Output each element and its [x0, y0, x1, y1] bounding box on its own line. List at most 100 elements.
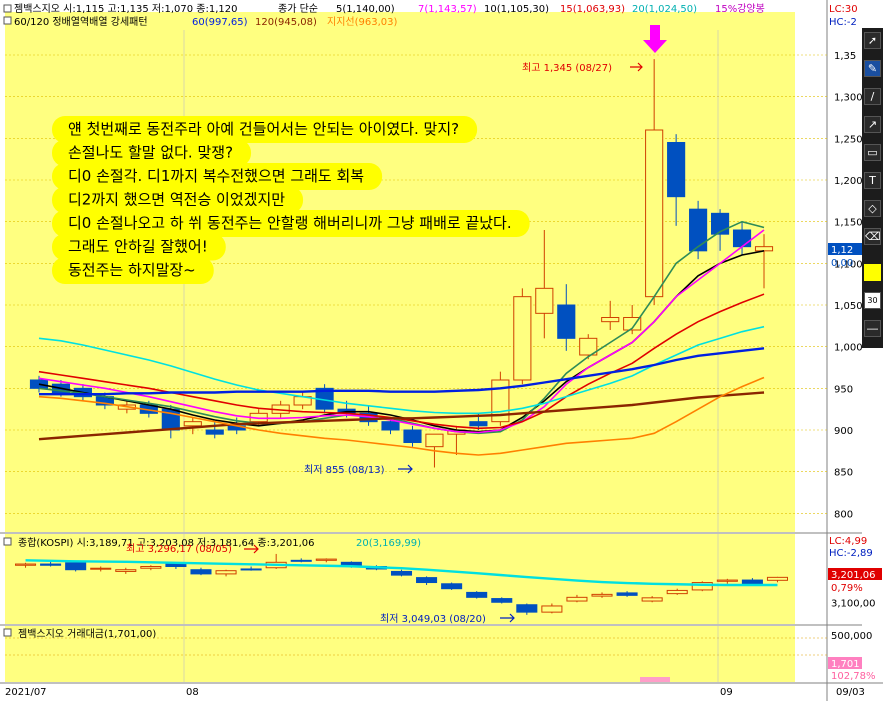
volume-axis-value: 500,000 [831, 631, 872, 642]
price-candle-body [183, 421, 202, 427]
kospi-candle-body [40, 563, 62, 566]
x-tick-label: 08 [186, 687, 199, 698]
kospi-candle-body [15, 563, 37, 566]
kospi-candle-body [140, 566, 162, 569]
kospi-candle-body [240, 568, 262, 571]
cursor-tool-icon[interactable]: ➚ [864, 32, 881, 49]
drawing-toolbar: ➚ ✎ / ↗ ▭ T ◇ ⌫ 30 ― [862, 28, 883, 348]
ma20-legend: 20(1,024,50) [632, 4, 697, 15]
chart-canvas: 8008509009501,0001,0501,1001,1501,2001,2… [0, 0, 883, 701]
price-candle-body [557, 304, 576, 339]
price-tick-label: 850 [834, 468, 853, 479]
kospi-candle-body [115, 569, 137, 572]
kospi-candle-body [390, 570, 413, 576]
hc-top-label: HC:-2 [829, 17, 857, 28]
price-candle-body [732, 229, 752, 248]
comment-line: 동전주는 하지말장~ [68, 261, 196, 279]
price-candle-body [689, 208, 708, 252]
price-tick-label: 1,300 [834, 93, 863, 104]
ma10-legend: 10(1,105,30) [484, 4, 549, 15]
pattern-legend: 60/120 정배열역배열 강세패턴 [14, 16, 148, 28]
comment-line: 손절나도 할말 없다. 맞쟁? [68, 144, 233, 162]
trend-tool-icon[interactable]: ↗ [864, 116, 881, 133]
stock-chart: 800 850 900 950 1,000 1,050 1,100 1,150 1,200 1,2… [0, 0, 883, 701]
legend-checkbox[interactable] [3, 4, 12, 13]
price-candle-body [425, 433, 444, 448]
kospi-current-value: 3,201,06 [831, 570, 876, 581]
x-tick-label: 09/03 [836, 687, 865, 698]
price-candle-body [205, 429, 224, 435]
eraser-tool-icon[interactable]: ⌫ [864, 228, 881, 245]
price-tick-label: 1,150 [834, 218, 863, 229]
kospi-candle-body [416, 577, 438, 584]
low-label: 최저 855 (08/13) [304, 464, 385, 476]
price-tick-label: 1,000 [834, 343, 863, 354]
color-swatch-yellow[interactable] [864, 264, 881, 281]
text-tool-icon[interactable]: T [864, 172, 881, 189]
kospi-candle-body [616, 592, 638, 596]
line-tool-icon[interactable]: / [864, 88, 881, 105]
kospi-candle-body [516, 604, 538, 613]
x-tick-label: 2021/07 [5, 687, 47, 698]
kospi-candle-body [666, 589, 688, 595]
price-candle-body [513, 296, 532, 381]
kospi-candle-body [466, 591, 488, 598]
lc-top-label: LC:30 [829, 4, 858, 15]
shape-tool-icon[interactable]: ◇ [864, 200, 881, 217]
volume-current-value: 1,701 [831, 659, 860, 670]
volume-legend: 젬백스지오 거래대금(1,701,00) [3, 628, 156, 640]
hc-kospi-label: HC:-2,89 [829, 548, 873, 559]
kospi-candle-body [741, 579, 763, 585]
kospi-candle-body [165, 563, 187, 567]
kospi-candle-body [491, 598, 513, 603]
support-legend: 지지선(963,03) [327, 16, 397, 28]
high-label: 최고 1,345 (08/27) [522, 62, 612, 74]
line-style-icon[interactable]: ― [864, 320, 881, 337]
price-tick-label: 950 [834, 384, 853, 395]
legend-checkbox[interactable] [3, 628, 12, 637]
ma5-legend: 5(1,140,00) [336, 4, 395, 15]
line-width-selector[interactable]: 30 [864, 292, 881, 309]
legend-checkbox[interactable] [3, 16, 12, 25]
comment-line: 그래도 안하길 잘했어! [68, 238, 208, 256]
pen-tool-icon[interactable]: ✎ [864, 60, 881, 77]
comment-line: 디0 손절나오고 하 쒸 동전주는 안할랭 해버리니까 그냥 패배로 끝났다. [68, 214, 512, 232]
volume-bars [640, 677, 670, 682]
current-price-value: 1,12 [831, 245, 853, 256]
price-legend-ohlc: 젬백스지오 시:1,115 고:1,135 저:1,070 종:1,120 [14, 3, 238, 15]
price-candle-body [667, 142, 686, 198]
kospi-tick-label: 3,100,00 [831, 598, 876, 609]
x-tick-label: 09 [720, 687, 733, 698]
kospi-pct-value: 0,79% [831, 583, 863, 594]
kospi-candle-body [315, 558, 337, 561]
price-tick-label: 800 [834, 509, 853, 520]
comment-line: 얜 첫번째로 동전주라 아예 건들어서는 안되는 아이였다. 맞지? [68, 120, 459, 138]
comment-line: 디0 손절각. 디1까지 복수전했으면 그래도 회복 [68, 167, 364, 185]
ma15-legend: 15(1,063,93) [560, 4, 625, 15]
price-candle-body [645, 129, 664, 298]
volume-bar [640, 677, 670, 682]
rectangle-tool-icon[interactable]: ▭ [864, 144, 881, 161]
strong-rise-legend: 15%강양봉 [715, 3, 765, 15]
ma120-legend: 120(945,08) [255, 17, 317, 28]
kospi-candle-body [90, 567, 112, 570]
kospi-candle-body [641, 597, 663, 602]
kospi-candle-body [290, 559, 312, 562]
kospi-low-label: 최저 3,049,03 (08/20) [380, 613, 486, 625]
ma7-legend: 7(1,143,57) [418, 4, 477, 15]
price-tick-label: 1,250 [834, 134, 863, 145]
kospi-candle-body [566, 596, 588, 602]
price-candle-body [469, 421, 488, 427]
kospi-candle-body [541, 605, 563, 613]
legend-checkbox[interactable] [3, 537, 12, 546]
price-tick-label: 900 [834, 426, 853, 437]
price-candle-body [601, 317, 620, 323]
ma60-legend: 60(997,65) [192, 17, 248, 28]
volume-pct-value: 102,78% [831, 671, 876, 682]
kospi-candle-body [441, 583, 463, 590]
price-tick-label: 1,200 [834, 176, 863, 187]
ma-type-label: 종가 단순 [278, 3, 318, 15]
price-tick-label: 1,050 [834, 301, 863, 312]
price-candle-body [535, 287, 554, 314]
comment-line: 디2까지 했으면 역전승 이었겠지만 [68, 191, 285, 209]
